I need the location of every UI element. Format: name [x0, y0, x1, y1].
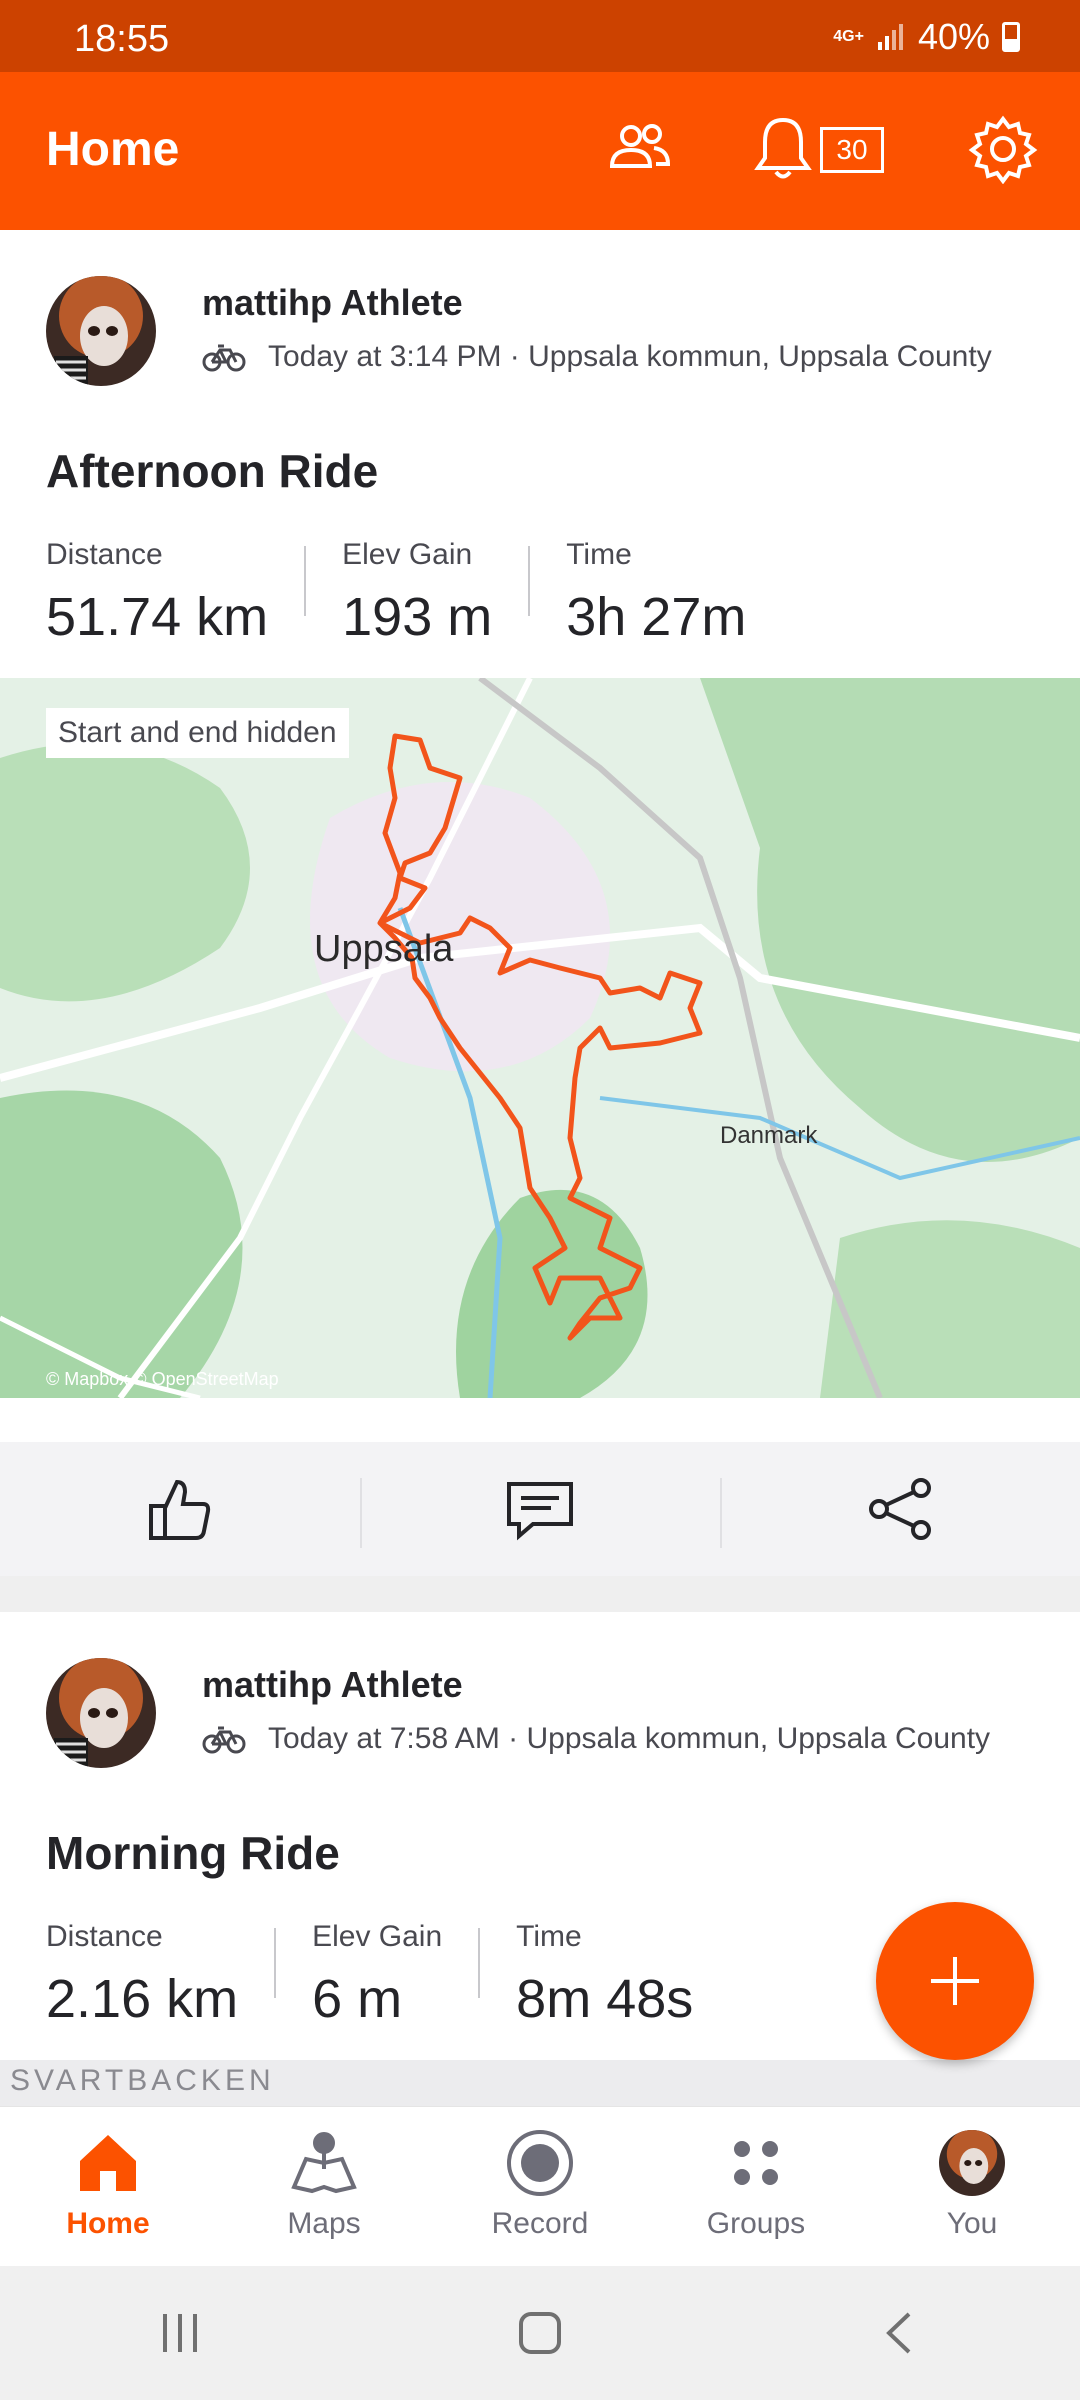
notification-count: 30 [836, 134, 868, 165]
plus-icon [931, 1957, 979, 2005]
back-icon[interactable] [875, 2308, 925, 2358]
stat-distance: Distance 2.16 km [46, 1920, 277, 2029]
share-button[interactable] [720, 1442, 1080, 1576]
stat-label: Time [566, 538, 632, 571]
stat-value: 8m 48s [516, 1969, 694, 2029]
groups-icon [734, 2141, 778, 2185]
stat-label: Elev Gain [342, 538, 473, 571]
add-activity-button[interactable] [876, 1902, 1034, 2060]
home-icon [80, 2135, 136, 2191]
comment-button[interactable] [360, 1442, 720, 1576]
stat-time: Time 3h 27m [566, 538, 782, 647]
map-background [0, 678, 1080, 1398]
nav-record[interactable]: Record [432, 2107, 648, 2266]
status-bar: 18:55 4G+ 40% [0, 0, 1080, 72]
network-type: 4G+ [833, 28, 864, 45]
map-area-label: SVARTBACKEN [10, 2064, 275, 2097]
avatar [939, 2130, 1005, 2196]
map-attribution[interactable]: © Mapbox © OpenStreetMap [46, 1369, 279, 1390]
stat-label: Time [516, 1920, 582, 1953]
athlete-name[interactable]: mattihp Athlete [202, 282, 463, 324]
nav-label: You [946, 2207, 998, 2240]
avatar[interactable] [46, 1658, 156, 1768]
activity-card[interactable]: mattihp Athlete Today at 3:14 PM · Uppsa… [0, 230, 1080, 1436]
nav-label: Maps [287, 2207, 361, 2240]
map-privacy-badge: Start and end hidden [46, 708, 349, 758]
nav-groups[interactable]: Groups [648, 2107, 864, 2266]
feed-divider [0, 1576, 1080, 1612]
activity-map[interactable]: SVARTBACKEN [0, 2060, 1080, 2106]
map-city-label: Uppsala [314, 928, 454, 970]
maps-icon [291, 2132, 357, 2194]
stat-value: 2.16 km [46, 1969, 239, 2029]
athlete-name[interactable]: mattihp Athlete [202, 1664, 463, 1706]
bottom-navigation: Home Maps Record Groups You [0, 2106, 1080, 2266]
share-icon [869, 1478, 931, 1540]
stat-elev-gain: Elev Gain 6 m [312, 1920, 481, 2029]
avatar[interactable] [46, 276, 156, 386]
battery-percent: 40% [917, 16, 990, 57]
activity-meta-text: Today at 3:14 PM · Uppsala kommun, Uppsa… [268, 340, 992, 373]
stat-label: Distance [46, 538, 163, 571]
nav-you[interactable]: You [864, 2107, 1080, 2266]
activity-meta: Today at 7:58 AM · Uppsala kommun, Uppsa… [202, 1722, 990, 1756]
comment-icon [507, 1482, 573, 1541]
stat-value: 193 m [342, 587, 493, 647]
app-bar: Home 30 [0, 72, 1080, 230]
activity-title[interactable]: Morning Ride [46, 1826, 340, 1880]
nav-label: Record [491, 2207, 589, 2240]
battery-icon [1002, 22, 1020, 52]
stat-value: 6 m [312, 1969, 403, 2029]
map-place-label: Danmark [720, 1122, 818, 1149]
stat-elev-gain: Elev Gain 193 m [342, 538, 531, 647]
gear-icon[interactable] [968, 114, 1038, 184]
kudos-button[interactable] [0, 1442, 360, 1576]
nav-label: Home [66, 2207, 150, 2240]
stat-time: Time 8m 48s [516, 1920, 729, 2029]
stat-label: Elev Gain [312, 1920, 443, 1953]
stat-value: 3h 27m [566, 587, 747, 647]
stat-value: 51.74 km [46, 587, 269, 647]
nav-maps[interactable]: Maps [216, 2107, 432, 2266]
signal-icon [877, 24, 903, 50]
record-icon [507, 2130, 573, 2196]
activity-stats: Distance 51.74 km Elev Gain 193 m Time 3… [46, 538, 818, 647]
activity-meta-text: Today at 7:58 AM · Uppsala kommun, Uppsa… [268, 1722, 991, 1755]
activity-title[interactable]: Afternoon Ride [46, 444, 378, 498]
thumbs-up-icon [149, 1479, 211, 1540]
bike-icon [202, 1726, 246, 1754]
bike-icon [202, 344, 246, 372]
nav-label: Groups [706, 2207, 806, 2240]
activity-actions [0, 1442, 1080, 1576]
activity-stats: Distance 2.16 km Elev Gain 6 m Time 8m 4… [46, 1920, 765, 2029]
stat-distance: Distance 51.74 km [46, 538, 307, 647]
system-navigation-bar [0, 2266, 1080, 2400]
notification-count-badge[interactable]: 30 [820, 127, 884, 173]
page-title: Home [46, 123, 180, 176]
bell-icon[interactable] [752, 114, 814, 184]
recent-apps-icon[interactable] [155, 2308, 205, 2358]
status-time: 18:55 [74, 18, 170, 60]
activity-meta: Today at 3:14 PM · Uppsala kommun, Uppsa… [202, 340, 992, 374]
home-button-icon[interactable] [515, 2308, 565, 2358]
friends-icon[interactable] [604, 114, 674, 184]
stat-label: Distance [46, 1920, 163, 1953]
nav-home[interactable]: Home [0, 2107, 216, 2266]
activity-map[interactable]: Start and end hidden Uppsala Danmark © M… [0, 678, 1080, 1398]
status-indicators: 4G+ 40% [833, 16, 1020, 58]
